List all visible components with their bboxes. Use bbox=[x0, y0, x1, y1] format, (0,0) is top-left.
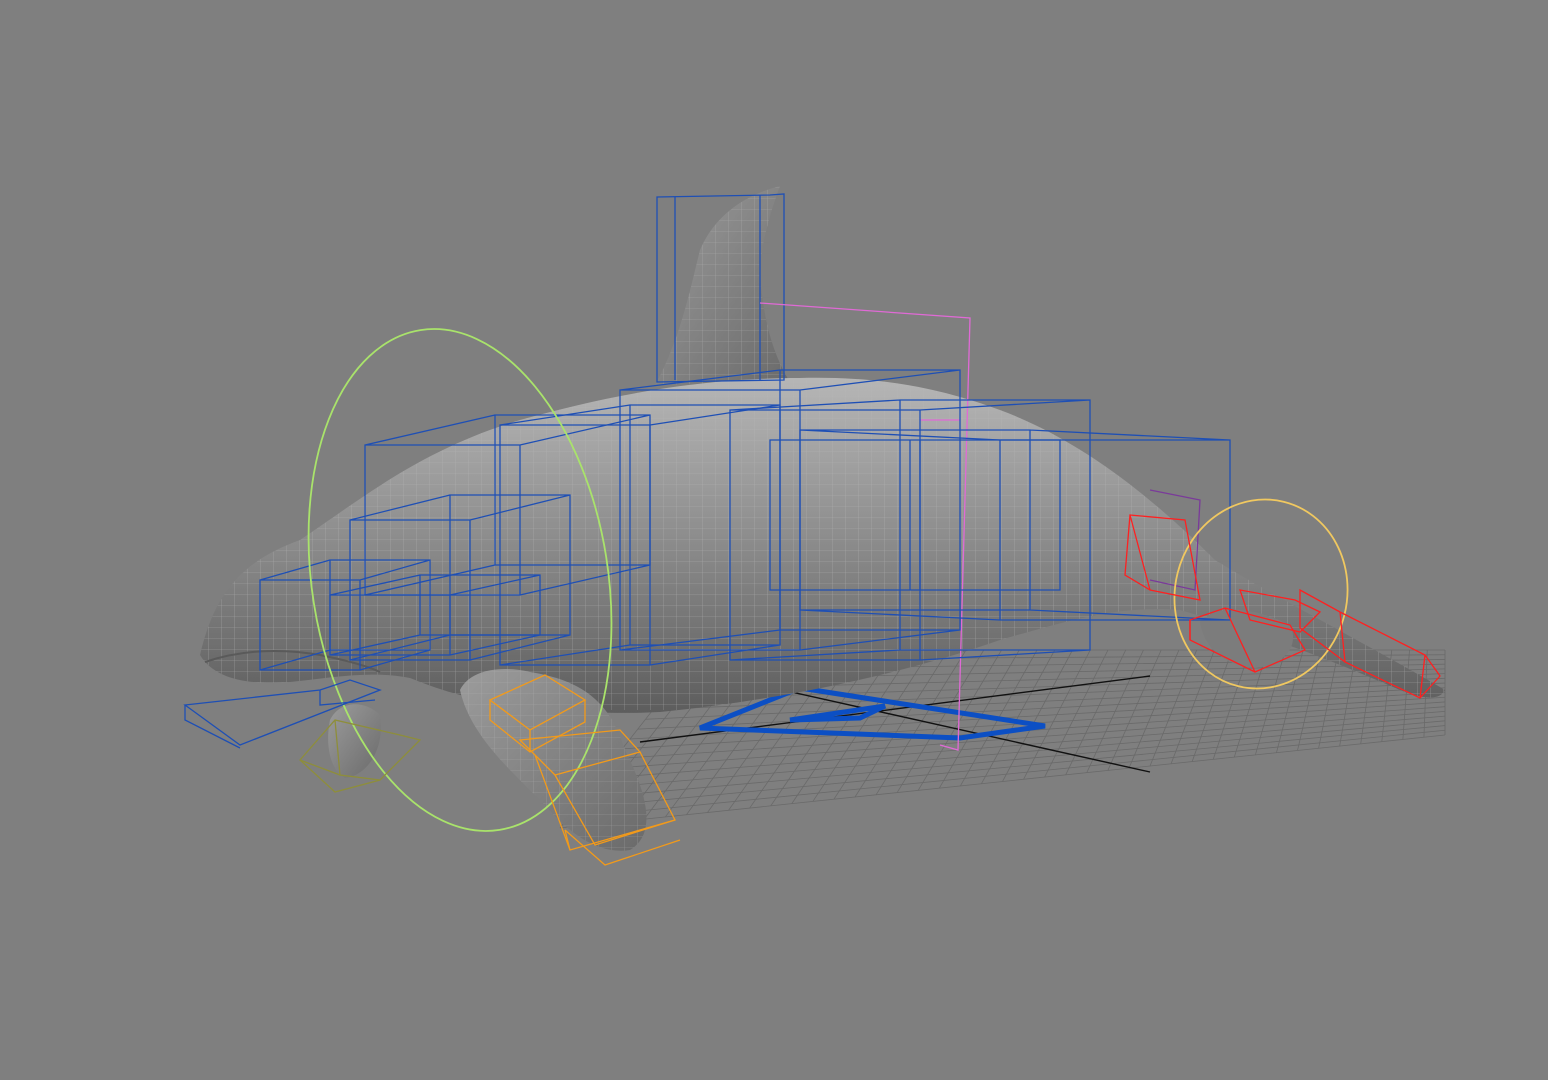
3d-viewport[interactable] bbox=[0, 0, 1548, 1080]
grid-line bbox=[1276, 649, 1304, 753]
pelvic-fin bbox=[328, 704, 381, 778]
grid-line bbox=[1170, 649, 1215, 764]
orca-body[interactable] bbox=[190, 370, 1460, 713]
grid-line bbox=[1044, 649, 1109, 778]
grid-line bbox=[1191, 649, 1233, 762]
grid-line bbox=[1128, 649, 1180, 769]
grid-line bbox=[1149, 649, 1198, 767]
viewport-canvas[interactable] bbox=[0, 0, 1548, 1080]
grid-line bbox=[1065, 649, 1127, 776]
grid-line bbox=[896, 649, 985, 793]
grid-line bbox=[1297, 649, 1322, 751]
